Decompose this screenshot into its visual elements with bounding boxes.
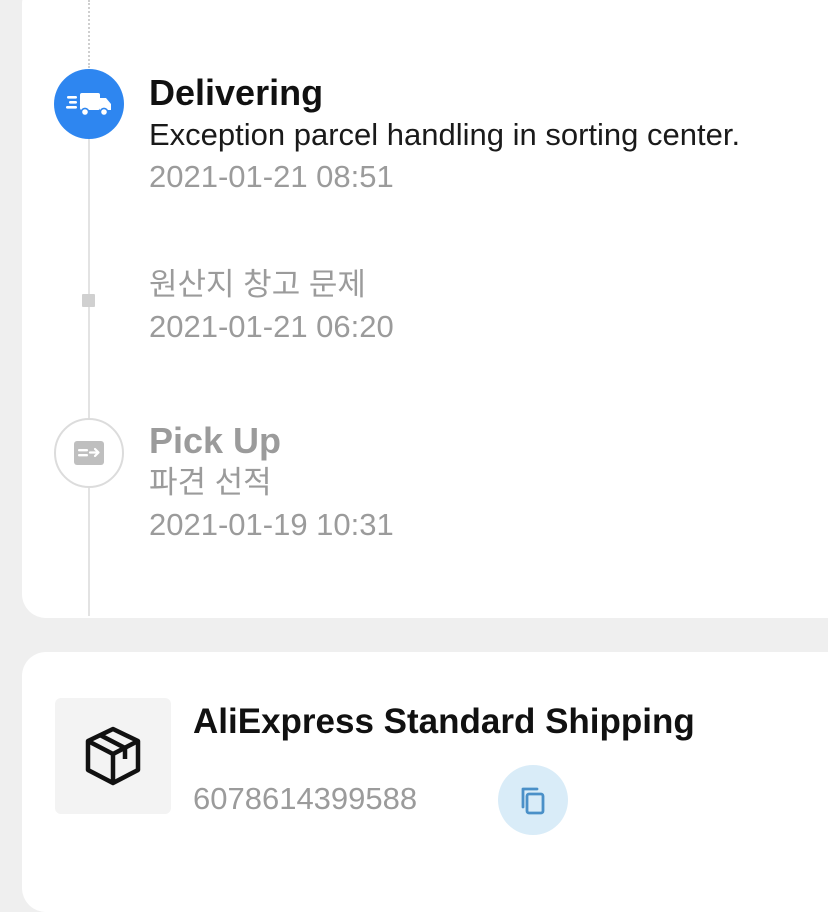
event-description: 원산지 창고 문제 <box>149 267 366 302</box>
timeline-event-delivering: Delivering Exception parcel handling in … <box>149 72 740 198</box>
timeline-event-pickup: Pick Up 파견 선적 2021-01-19 10:31 <box>149 420 394 546</box>
tracking-number: 6078614399588 <box>193 781 418 816</box>
event-title: Pick Up <box>149 420 282 461</box>
timeline-dotted-line <box>88 0 90 68</box>
event-time: 2021-01-21 08:51 <box>149 159 394 194</box>
timeline-event-origin-warehouse: 원산지 창고 문제 2021-01-21 06:20 <box>149 264 394 348</box>
timeline-line <box>88 108 90 616</box>
delivery-truck-icon <box>54 69 124 139</box>
event-title: Delivering <box>149 72 324 113</box>
event-time: 2021-01-19 10:31 <box>149 507 394 542</box>
event-description: 파견 선적 <box>149 465 272 500</box>
pickup-box-icon <box>54 418 124 488</box>
event-description: Exception parcel handling in sorting cen… <box>149 117 741 152</box>
copy-icon <box>521 787 545 815</box>
event-time: 2021-01-21 06:20 <box>149 309 394 344</box>
copy-tracking-number-button[interactable] <box>498 765 568 835</box>
carrier-name: AliExpress Standard Shipping <box>193 702 695 741</box>
timeline-dot <box>82 294 95 307</box>
package-box-icon <box>55 698 171 814</box>
